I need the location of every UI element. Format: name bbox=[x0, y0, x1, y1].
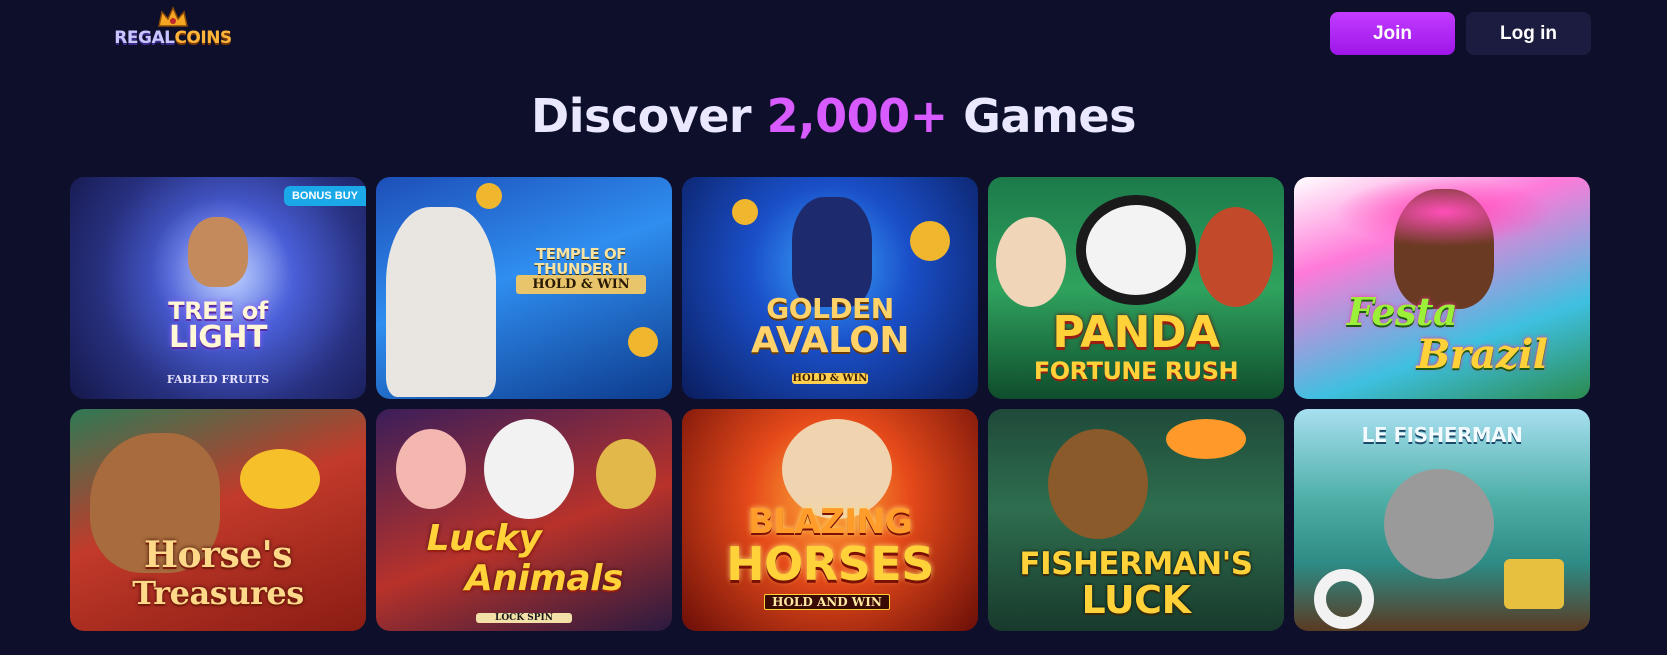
game-subtitle: HOLD AND WIN bbox=[764, 594, 890, 610]
headline-suffix: Games bbox=[947, 89, 1136, 143]
game-title-line1: LE FISHERMAN bbox=[1361, 423, 1523, 447]
game-subtitle: HOLD & WIN bbox=[792, 373, 868, 384]
game-title-line2: Treasures bbox=[132, 574, 304, 612]
site-logo[interactable]: REGALCOINS bbox=[104, 6, 242, 58]
game-tile-horses-treasures[interactable]: Horse's Treasures bbox=[70, 409, 366, 631]
game-title-line2: Brazil bbox=[1416, 331, 1548, 378]
headline-count: 2,000+ bbox=[766, 89, 949, 143]
game-tile-fishermans-luck[interactable]: FISHERMAN'S LUCK bbox=[988, 409, 1284, 631]
warrior-character bbox=[1198, 207, 1273, 307]
game-tile-temple-of-thunder-ii[interactable]: TEMPLE OF THUNDER II HOLD & WIN bbox=[376, 177, 672, 399]
bonus-buy-badge: BONUS BUY bbox=[283, 186, 366, 206]
game-title-line1: Lucky bbox=[426, 518, 542, 559]
logo-word-regal: REGAL bbox=[114, 28, 175, 48]
game-title-line1: BLAZING bbox=[747, 502, 913, 542]
game-title-line1: GOLDEN bbox=[766, 292, 894, 325]
game-tile-golden-avalon[interactable]: GOLDEN AVALON HOLD & WIN bbox=[682, 177, 978, 399]
game-title-line2: FORTUNE RUSH bbox=[1033, 357, 1239, 385]
game-title-line2: Animals bbox=[465, 558, 623, 599]
game-tile-panda-fortune-rush[interactable]: PANDA FORTUNE RUSH bbox=[988, 177, 1284, 399]
snake-character bbox=[596, 439, 656, 509]
game-subtitle: LOCK SPIN bbox=[476, 613, 572, 623]
join-button[interactable]: Join bbox=[1330, 12, 1455, 55]
gold-coin bbox=[732, 199, 758, 225]
game-title-line1: Festa bbox=[1346, 289, 1458, 334]
fish-icon bbox=[1166, 419, 1246, 459]
game-title-line1: TEMPLE OF THUNDER II bbox=[534, 245, 628, 278]
sorceress-character bbox=[792, 197, 872, 307]
game-tile-le-fisherman[interactable]: LE FISHERMAN bbox=[1294, 409, 1590, 631]
game-title-line2: LIGHT bbox=[169, 320, 267, 355]
logo-word-coins: COINS bbox=[174, 28, 232, 48]
game-title-line1: Horse's bbox=[144, 534, 292, 576]
raccoon-character bbox=[1384, 469, 1494, 579]
crown-icon bbox=[158, 6, 188, 27]
game-subtitle: HOLD & WIN bbox=[516, 275, 646, 294]
mouse-character bbox=[188, 217, 248, 287]
game-title-line2: LUCK bbox=[1081, 578, 1191, 622]
game-title-line2: HORSES bbox=[726, 537, 934, 591]
game-title-line1: PANDA bbox=[1052, 307, 1220, 358]
elder-character bbox=[996, 217, 1066, 307]
panda-character bbox=[1076, 195, 1196, 305]
gold-bucket bbox=[1504, 559, 1564, 609]
life-ring bbox=[1314, 569, 1374, 629]
feather-headdress bbox=[1334, 177, 1554, 247]
gold-coin bbox=[476, 183, 502, 209]
game-tile-blazing-horses[interactable]: BLAZING HORSES HOLD AND WIN bbox=[682, 409, 978, 631]
zeus-character bbox=[386, 207, 496, 397]
page-headline: Discover 2,000+ Games bbox=[0, 88, 1667, 144]
gold-ingot bbox=[240, 449, 320, 509]
gold-coin bbox=[628, 327, 658, 357]
game-tile-festa-brazil[interactable]: Festa Brazil bbox=[1294, 177, 1590, 399]
login-button[interactable]: Log in bbox=[1466, 12, 1591, 55]
pig-character bbox=[396, 429, 466, 509]
logo-wordmark: REGALCOINS bbox=[104, 28, 242, 48]
game-tile-lucky-animals[interactable]: Lucky Animals LOCK SPIN bbox=[376, 409, 672, 631]
fisherman-character bbox=[1048, 429, 1148, 539]
headline-prefix: Discover bbox=[531, 89, 767, 143]
game-subtitle: FABLED FRUITS bbox=[166, 373, 270, 386]
gold-coin bbox=[910, 221, 950, 261]
horse-character bbox=[484, 419, 574, 519]
game-tile-tree-of-light[interactable]: BONUS BUY TREE of LIGHT FABLED FRUITS bbox=[70, 177, 366, 399]
game-title-line2: AVALON bbox=[750, 320, 910, 361]
game-title-line1: FISHERMAN'S bbox=[1019, 546, 1253, 582]
